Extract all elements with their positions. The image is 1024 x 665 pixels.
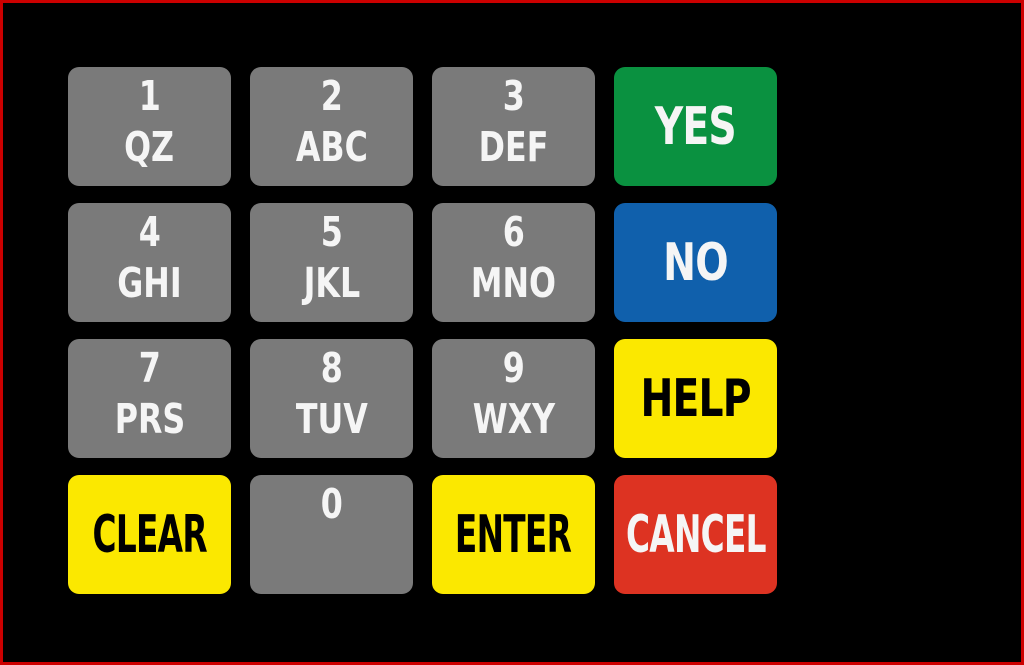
key-5-numeral: 5 (320, 208, 343, 256)
key-clear[interactable]: CLEAR (68, 475, 231, 594)
key-1-letters: QZ (124, 122, 175, 171)
key-7-letters: PRS (114, 394, 185, 443)
key-no-label: NO (663, 232, 728, 293)
key-no[interactable]: NO (614, 203, 777, 322)
key-6-letters: MNO (470, 258, 557, 307)
key-5[interactable]: 5 JKL (250, 203, 413, 322)
key-5-letters: JKL (303, 258, 360, 307)
key-3-letters: DEF (478, 122, 549, 171)
key-1[interactable]: 1 QZ (68, 67, 231, 186)
key-7[interactable]: 7 PRS (68, 339, 231, 458)
key-yes-label: YES (654, 96, 737, 157)
key-0-numeral: 0 (320, 480, 343, 528)
key-9-numeral: 9 (502, 344, 525, 392)
key-help[interactable]: HELP (614, 339, 777, 458)
key-3-numeral: 3 (502, 72, 525, 120)
key-clear-label: CLEAR (92, 504, 207, 565)
key-4[interactable]: 4 GHI (68, 203, 231, 322)
key-8-letters: TUV (295, 394, 368, 443)
key-cancel[interactable]: CANCEL (614, 475, 777, 594)
key-6-numeral: 6 (502, 208, 525, 256)
key-4-numeral: 4 (138, 208, 161, 256)
keypad-grid: 1 QZ 2 ABC 3 DEF YES 4 GHI 5 JKL 6 MNO NO 7 PRS 8 TUV 9 WXY… (68, 67, 778, 595)
key-2-letters: ABC (295, 122, 368, 171)
pinpad-screen: 1 QZ 2 ABC 3 DEF YES 4 GHI 5 JKL 6 MNO NO 7 PRS 8 TUV 9 WXY… (0, 0, 1024, 665)
key-4-letters: GHI (117, 258, 182, 307)
key-enter-label: ENTER (455, 504, 572, 565)
key-cancel-label: CANCEL (625, 504, 767, 565)
key-2-numeral: 2 (320, 72, 343, 120)
key-9[interactable]: 9 WXY (432, 339, 595, 458)
key-7-numeral: 7 (138, 344, 161, 392)
key-yes[interactable]: YES (614, 67, 777, 186)
key-help-label: HELP (640, 368, 751, 429)
key-0[interactable]: 0 (250, 475, 413, 594)
key-1-numeral: 1 (138, 72, 161, 120)
key-6[interactable]: 6 MNO (432, 203, 595, 322)
key-2[interactable]: 2 ABC (250, 67, 413, 186)
key-3[interactable]: 3 DEF (432, 67, 595, 186)
key-8[interactable]: 8 TUV (250, 339, 413, 458)
key-8-numeral: 8 (320, 344, 343, 392)
key-enter[interactable]: ENTER (432, 475, 595, 594)
key-9-letters: WXY (472, 394, 555, 443)
